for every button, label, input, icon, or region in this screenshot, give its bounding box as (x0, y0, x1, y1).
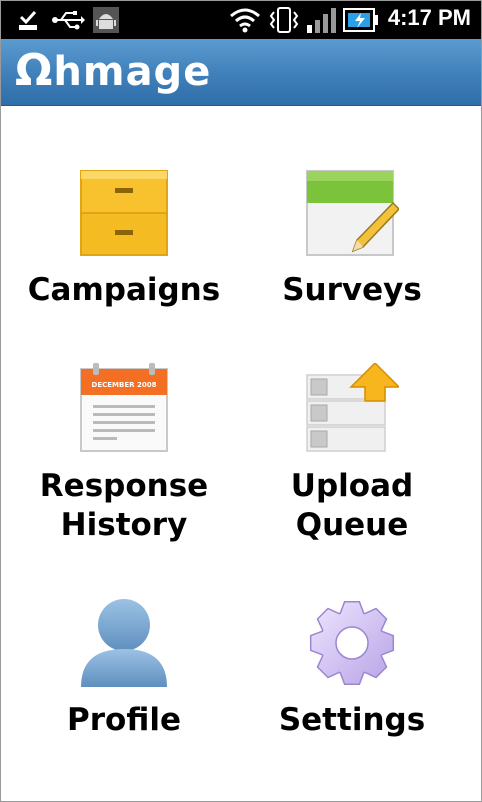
battery-charging-icon (343, 8, 378, 32)
app-header: Ωhmage (1, 39, 481, 106)
gear-icon (309, 600, 395, 686)
settings-button[interactable]: Settings (237, 597, 467, 740)
app-screen: 4:17 PM Ωhmage Campaigns Surveys DECEMBE… (0, 0, 482, 802)
calendar-icon: DECEMBER 2008 (80, 363, 168, 452)
profile-button[interactable]: Profile (9, 597, 239, 740)
android-debug-icon (93, 7, 119, 33)
clock: 4:17 PM (387, 5, 471, 30)
logo-omega: Ω (15, 45, 54, 96)
response-history-button[interactable]: DECEMBER 2008 Response History (9, 363, 239, 545)
surveys-button[interactable]: Surveys (237, 167, 467, 310)
response-history-line1: Response (39, 468, 209, 504)
upload-queue-line1: Upload (290, 468, 414, 504)
campaigns-button[interactable]: Campaigns (9, 167, 239, 310)
status-bar: 4:17 PM (1, 1, 481, 39)
survey-pencil-icon (306, 170, 399, 256)
person-icon (81, 599, 167, 687)
download-done-icon (19, 10, 37, 30)
response-history-line2: History (60, 507, 188, 543)
folder-cabinet-icon (80, 170, 168, 256)
upload-queue-icon (306, 363, 399, 452)
logo-text: hmage (53, 49, 212, 95)
signal-icon (307, 8, 336, 33)
wifi-icon (230, 8, 260, 33)
calendar-month: DECEMBER 2008 (92, 381, 157, 389)
upload-queue-line2: Queue (295, 507, 409, 543)
usb-icon (52, 11, 85, 30)
vibrate-icon (269, 7, 299, 33)
upload-queue-button[interactable]: Upload Queue (237, 363, 467, 545)
app-logo: Ωhmage (15, 45, 211, 96)
